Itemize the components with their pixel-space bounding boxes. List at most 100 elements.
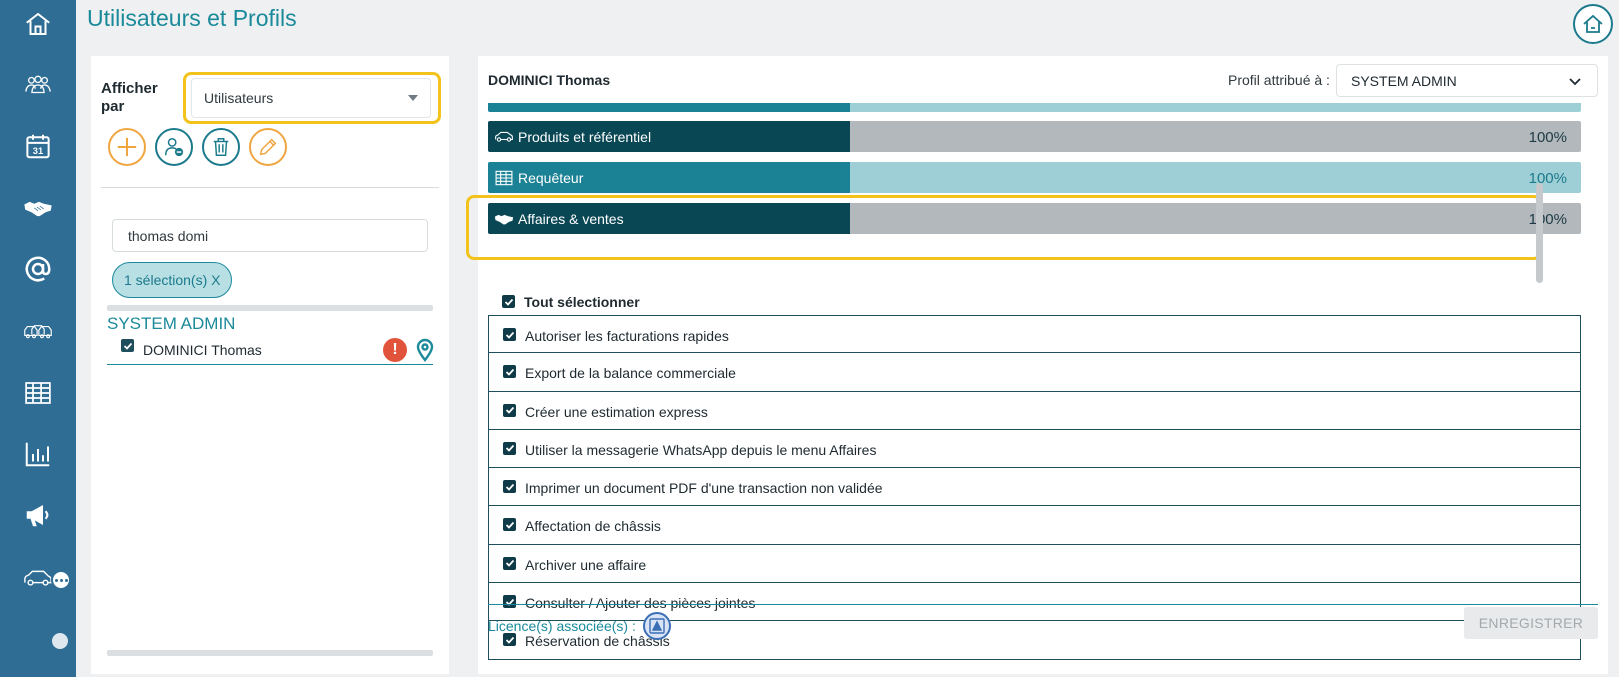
permission-label: Export de la balance commerciale [525, 365, 736, 382]
permission-checkbox[interactable] [503, 518, 516, 532]
nav-stats[interactable] [0, 432, 76, 476]
nav-table[interactable] [0, 371, 76, 415]
nav-affaires[interactable] [0, 186, 76, 230]
category-name: Produits et référentiel [518, 129, 652, 145]
search-input[interactable] [112, 219, 428, 252]
select-all-label: Tout sélectionner [524, 294, 640, 310]
profil-label: Profil attribué à : [1228, 72, 1330, 88]
permission-row[interactable]: Export de la balance commerciale [488, 353, 1581, 392]
permission-label: Autoriser les facturations rapides [525, 328, 729, 344]
licence-label: Licence(s) associée(s) : [488, 618, 636, 634]
select-all-row[interactable]: Tout sélectionner [488, 287, 1581, 315]
page-title: Utilisateurs et Profils [87, 5, 297, 31]
location-icon[interactable] [413, 338, 437, 362]
permission-checkbox[interactable] [503, 441, 516, 455]
permission-label: Imprimer un document PDF d'une transacti… [525, 480, 883, 497]
check-icon [505, 636, 514, 644]
chat-bubble-icon[interactable] [51, 570, 71, 590]
users-panel: Afficher par Utilisateurs 1 sélection(s)… [91, 56, 449, 674]
trash-icon [213, 138, 229, 156]
check-icon [505, 483, 514, 491]
nav-email[interactable] [0, 247, 76, 291]
select-all-checkbox[interactable] [502, 295, 515, 308]
divider [101, 187, 439, 188]
home-icon [26, 12, 50, 35]
category-percent: 100% [1528, 170, 1567, 187]
user-row[interactable]: DOMINICI Thomas ! [107, 335, 434, 365]
view-select-value: Utilisateurs [204, 90, 274, 106]
user-minus-icon [165, 138, 184, 157]
category-produits[interactable]: Produits et référentiel 100% [488, 121, 1581, 152]
permission-row[interactable]: Affectation de châssis [488, 506, 1581, 545]
side-nav: 31 [0, 0, 76, 677]
afficher-par-label: Afficher par [101, 80, 158, 115]
permission-row[interactable]: Utiliser la messagerie WhatsApp depuis l… [488, 429, 1581, 469]
chevron-down-icon [1569, 77, 1581, 85]
licence-badge[interactable] [643, 612, 671, 640]
warning-icon[interactable]: ! [383, 338, 407, 362]
selected-user-name: DOMINICI Thomas [488, 72, 611, 88]
caret-down-icon [408, 95, 418, 101]
add-user-button[interactable] [108, 128, 146, 166]
footer-divider [488, 604, 1598, 605]
check-icon [505, 368, 514, 376]
permission-label: Affectation de châssis [525, 518, 661, 535]
handshake-icon [23, 201, 53, 217]
user-name: DOMINICI Thomas [143, 342, 262, 358]
users-icon [25, 75, 51, 94]
check-icon [505, 331, 514, 339]
nav-marketing[interactable] [0, 493, 76, 537]
home-button[interactable] [1573, 4, 1613, 44]
home-outline-icon [1583, 14, 1603, 33]
permission-checkbox[interactable] [503, 595, 516, 609]
calendar-icon: 31 [26, 134, 50, 159]
calendar-day: 31 [33, 146, 43, 156]
table-icon [495, 170, 513, 186]
selection-chip[interactable]: 1 sélection(s) X [112, 262, 233, 298]
nav-users[interactable] [0, 63, 76, 107]
check-icon [123, 342, 132, 350]
permission-row[interactable]: Autoriser les facturations rapides [488, 315, 1581, 354]
nav-home[interactable] [0, 2, 76, 46]
permission-row[interactable]: Archiver une affaire [488, 544, 1581, 584]
vehicles-icon [24, 325, 52, 339]
permission-row[interactable]: Créer une estimation express [488, 391, 1581, 430]
check-icon [505, 445, 514, 453]
permission-checkbox[interactable] [503, 633, 516, 647]
list-scroll-bottom [107, 650, 433, 656]
remove-user-button[interactable] [155, 128, 193, 166]
save-button[interactable]: ENREGISTRER [1464, 607, 1598, 639]
permission-label: Créer une estimation express [525, 403, 708, 420]
permission-checkbox[interactable] [503, 403, 516, 417]
permission-label: Utiliser la messagerie WhatsApp depuis l… [525, 441, 877, 458]
permission-checkbox[interactable] [503, 556, 516, 570]
user-checkbox[interactable] [121, 339, 134, 352]
category-percent: 100% [1528, 129, 1567, 146]
permission-row[interactable]: Imprimer un document PDF d'une transacti… [488, 468, 1581, 507]
nav-calendar[interactable]: 31 [0, 124, 76, 168]
nav-vehicles[interactable] [0, 309, 76, 353]
scrollbar[interactable] [1536, 183, 1543, 283]
permission-rows: Autoriser les facturations rapides Expor… [488, 315, 1581, 660]
chart-icon [25, 442, 50, 467]
category-bar-partial[interactable] [488, 103, 1581, 112]
category-name: Requêteur [518, 170, 584, 186]
nav-more-icon[interactable] [52, 633, 68, 649]
view-select[interactable]: Utilisateurs [191, 78, 431, 118]
profil-select-value: SYSTEM ADMIN [1351, 72, 1457, 89]
permissions-list: Produits et référentiel 100% Requêteur 1… [488, 103, 1581, 670]
check-icon [504, 298, 513, 306]
edit-button[interactable] [249, 128, 287, 166]
megaphone-icon [26, 505, 49, 527]
check-icon [505, 598, 514, 606]
delete-button[interactable] [202, 128, 240, 166]
licence-icon [649, 618, 665, 634]
category-requeteur[interactable]: Requêteur 100% [488, 162, 1581, 193]
permission-checkbox[interactable] [503, 480, 516, 494]
permission-checkbox[interactable] [503, 328, 516, 341]
car-chat-icon [24, 570, 52, 586]
profil-select[interactable]: SYSTEM ADMIN [1336, 64, 1598, 97]
list-scroll-top [107, 305, 433, 311]
table-icon [25, 382, 51, 404]
permission-checkbox[interactable] [503, 365, 516, 379]
